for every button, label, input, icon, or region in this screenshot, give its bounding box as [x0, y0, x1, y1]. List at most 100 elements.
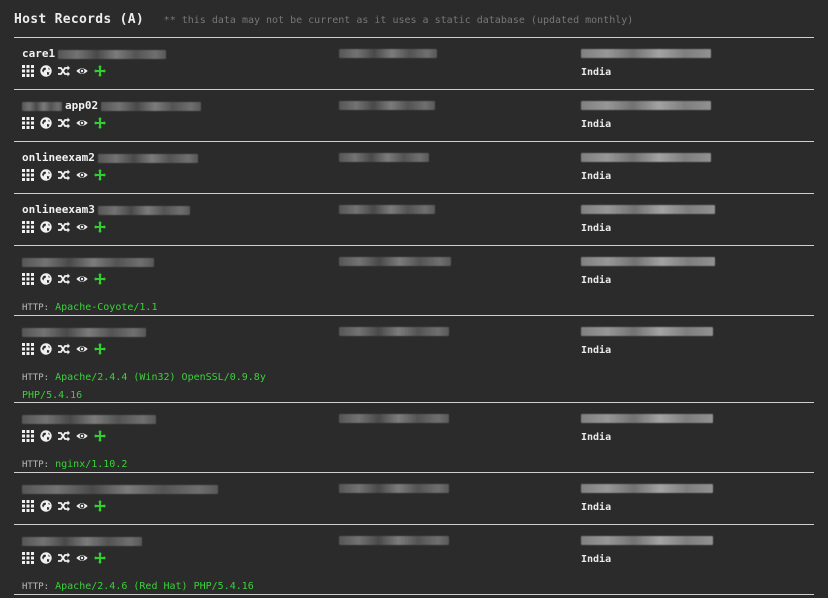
crosshair-icon[interactable]: [94, 500, 106, 512]
host-name[interactable]: [22, 325, 146, 338]
http-server: nginx/1.10.2: [55, 459, 128, 470]
eye-icon[interactable]: [76, 500, 88, 512]
redacted-prefix: [22, 101, 62, 111]
redacted-asn: [581, 484, 713, 493]
host-records-table: care1 India app02 India onlineexam2 Indi…: [14, 37, 814, 595]
globe-icon[interactable]: [40, 169, 52, 181]
grid-icon[interactable]: [22, 221, 34, 233]
redacted-domain: [97, 205, 190, 215]
grid-icon[interactable]: [22, 430, 34, 442]
redacted-domain: [22, 257, 154, 267]
country-label: India: [581, 171, 612, 182]
grid-icon[interactable]: [22, 273, 34, 285]
http-server: Apache-Coyote/1.1: [55, 302, 158, 313]
eye-icon[interactable]: [76, 169, 88, 181]
host-record: India HTTP: Apache-Coyote/1.1: [14, 245, 814, 315]
page-title: Host Records (A): [14, 12, 145, 27]
crosshair-icon[interactable]: [94, 343, 106, 355]
record-actions: [22, 343, 106, 355]
shuffle-icon[interactable]: [58, 343, 70, 355]
globe-icon[interactable]: [40, 117, 52, 129]
shuffle-icon[interactable]: [58, 273, 70, 285]
eye-icon[interactable]: [76, 221, 88, 233]
crosshair-icon[interactable]: [94, 273, 106, 285]
shuffle-icon[interactable]: [58, 221, 70, 233]
globe-icon[interactable]: [40, 65, 52, 77]
record-actions: [22, 430, 106, 442]
redacted-asn: [581, 414, 713, 423]
shuffle-icon[interactable]: [58, 169, 70, 181]
eye-icon[interactable]: [76, 117, 88, 129]
redacted-ip: [339, 101, 435, 110]
grid-icon[interactable]: [22, 343, 34, 355]
grid-icon[interactable]: [22, 169, 34, 181]
host-name[interactable]: app02: [22, 99, 202, 112]
host-name[interactable]: onlineexam3: [22, 203, 190, 216]
redacted-domain: [22, 484, 218, 494]
redacted-ip: [339, 414, 449, 423]
http-label: HTTP:: [22, 303, 50, 313]
country-label: India: [581, 223, 612, 234]
globe-icon[interactable]: [40, 343, 52, 355]
shuffle-icon[interactable]: [58, 500, 70, 512]
record-actions: [22, 500, 106, 512]
shuffle-icon[interactable]: [58, 552, 70, 564]
eye-icon[interactable]: [76, 430, 88, 442]
http-banner: HTTP: Apache/2.4.6 (Red Hat) PHP/5.4.16: [22, 578, 312, 596]
crosshair-icon[interactable]: [94, 169, 106, 181]
host-record: India HTTP: Apache/2.4.4 (Win32) OpenSSL…: [14, 315, 814, 402]
grid-icon[interactable]: [22, 65, 34, 77]
host-name[interactable]: [22, 255, 154, 268]
redacted-ip: [339, 484, 449, 493]
country-label: India: [581, 502, 612, 513]
host-name[interactable]: onlineexam2: [22, 151, 198, 164]
redacted-domain: [101, 101, 202, 111]
eye-icon[interactable]: [76, 552, 88, 564]
grid-icon[interactable]: [22, 500, 34, 512]
host-record: onlineexam3 India: [14, 193, 814, 245]
record-actions: [22, 273, 106, 285]
host-record: onlineexam2 India: [14, 141, 814, 193]
http-server: Apache/2.4.4 (Win32) OpenSSL/0.9.8y PHP/…: [22, 372, 266, 401]
crosshair-icon[interactable]: [94, 430, 106, 442]
data-notice: ** this data may not be current as it us…: [163, 15, 634, 26]
grid-icon[interactable]: [22, 552, 34, 564]
eye-icon[interactable]: [76, 343, 88, 355]
http-label: HTTP:: [22, 582, 50, 592]
crosshair-icon[interactable]: [94, 552, 106, 564]
country-label: India: [581, 432, 612, 443]
redacted-ip: [339, 327, 449, 336]
http-server: Apache/2.4.6 (Red Hat) PHP/5.4.16: [55, 581, 254, 592]
globe-icon[interactable]: [40, 430, 52, 442]
globe-icon[interactable]: [40, 273, 52, 285]
host-name[interactable]: care1: [22, 47, 167, 60]
shuffle-icon[interactable]: [58, 430, 70, 442]
redacted-asn: [581, 536, 713, 545]
record-actions: [22, 552, 106, 564]
shuffle-icon[interactable]: [58, 65, 70, 77]
host-name[interactable]: [22, 412, 156, 425]
host-record: app02 India: [14, 89, 814, 141]
redacted-domain: [22, 536, 142, 546]
eye-icon[interactable]: [76, 65, 88, 77]
grid-icon[interactable]: [22, 117, 34, 129]
record-actions: [22, 117, 106, 129]
eye-icon[interactable]: [76, 273, 88, 285]
crosshair-icon[interactable]: [94, 117, 106, 129]
globe-icon[interactable]: [40, 552, 52, 564]
redacted-asn: [581, 257, 715, 266]
globe-icon[interactable]: [40, 221, 52, 233]
host-name[interactable]: [22, 482, 218, 495]
header: Host Records (A) ** this data may not be…: [14, 8, 633, 28]
crosshair-icon[interactable]: [94, 65, 106, 77]
http-label: HTTP:: [22, 460, 50, 470]
record-actions: [22, 221, 106, 233]
redacted-ip: [339, 205, 435, 214]
host-name[interactable]: [22, 534, 142, 547]
shuffle-icon[interactable]: [58, 117, 70, 129]
globe-icon[interactable]: [40, 500, 52, 512]
redacted-ip: [339, 153, 429, 162]
crosshair-icon[interactable]: [94, 221, 106, 233]
host-record: India: [14, 472, 814, 524]
redacted-ip: [339, 536, 449, 545]
